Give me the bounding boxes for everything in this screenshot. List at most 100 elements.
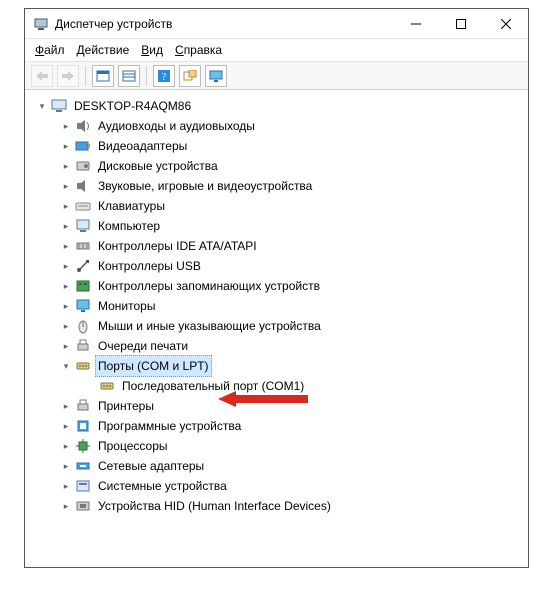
display-adapter-icon <box>75 138 91 154</box>
view-list-button[interactable] <box>118 65 140 87</box>
monitor-icon <box>209 70 223 82</box>
chevron-right-icon[interactable]: ▸ <box>59 399 73 413</box>
chevron-right-icon[interactable]: ▸ <box>59 239 73 253</box>
tree-item-computer[interactable]: ▸ Компьютер <box>29 216 524 236</box>
tree-item-label: Очереди печати <box>95 336 191 356</box>
tree-item-label: Клавиатуры <box>95 196 168 216</box>
chevron-right-icon[interactable]: ▸ <box>59 219 73 233</box>
speaker-icon <box>75 118 91 134</box>
tree-item-ide-ata[interactable]: ▸ Контроллеры IDE ATA/ATAPI <box>29 236 524 256</box>
tree-item-monitors[interactable]: ▸ Мониторы <box>29 296 524 316</box>
tree-item-network-adapters[interactable]: ▸ Сетевые адаптеры <box>29 456 524 476</box>
tree-item-label: Мониторы <box>95 296 158 316</box>
help-button[interactable]: ? <box>153 65 175 87</box>
toolbar-separator <box>85 66 86 86</box>
tree-item-sound-game-video[interactable]: ▸ Звуковые, игровые и видеоустройства <box>29 176 524 196</box>
mouse-icon <box>75 318 91 334</box>
tree-item-system-devices[interactable]: ▸ Системные устройства <box>29 476 524 496</box>
sound-icon <box>75 178 91 194</box>
tree-item-usb[interactable]: ▸ Контроллеры USB <box>29 256 524 276</box>
close-button[interactable] <box>483 9 528 38</box>
monitor-icon <box>75 298 91 314</box>
tree-item-disk-drives[interactable]: ▸ Дисковые устройства <box>29 156 524 176</box>
menu-view[interactable]: Вид <box>141 43 163 57</box>
tree-item-keyboards[interactable]: ▸ Клавиатуры <box>29 196 524 216</box>
tree-item-hid[interactable]: ▸ Устройства HID (Human Interface Device… <box>29 496 524 516</box>
tree-item-printers[interactable]: ▸ Принтеры <box>29 396 524 416</box>
tree-item-label: Звуковые, игровые и видеоустройства <box>95 176 315 196</box>
tree-item-software-devices[interactable]: ▸ Программные устройства <box>29 416 524 436</box>
tree-item-label: Аудиовходы и аудиовыходы <box>95 116 258 136</box>
tree-item-label: Процессоры <box>95 436 171 456</box>
tree-item-storage-controllers[interactable]: ▸ Контроллеры запоминающих устройств <box>29 276 524 296</box>
help-icon: ? <box>157 69 171 83</box>
tree-item-processors[interactable]: ▸ Процессоры <box>29 436 524 456</box>
properties-icon <box>96 70 110 82</box>
tree-item-mice[interactable]: ▸ Мыши и иные указывающие устройства <box>29 316 524 336</box>
toolbar-separator <box>146 66 147 86</box>
disk-icon <box>75 158 91 174</box>
device-tree[interactable]: ▾ DESKTOP-R4AQM86 ▸ Аудиовходы и аудиовы… <box>25 90 528 567</box>
tree-item-label: Мыши и иные указывающие устройства <box>95 316 324 336</box>
chevron-right-icon[interactable]: ▸ <box>59 299 73 313</box>
chevron-right-icon[interactable]: ▸ <box>59 419 73 433</box>
tree-item-label: Контроллеры IDE ATA/ATAPI <box>95 236 260 256</box>
tree-item-label: Контроллеры запоминающих устройств <box>95 276 323 296</box>
tree-item-audio-io[interactable]: ▸ Аудиовходы и аудиовыходы <box>29 116 524 136</box>
properties-button[interactable] <box>92 65 114 87</box>
tree-root[interactable]: ▾ DESKTOP-R4AQM86 <box>29 96 524 116</box>
tree-item-label: Последовательный порт (COM1) <box>119 376 307 396</box>
tree-item-label: Видеоадаптеры <box>95 136 190 156</box>
chevron-right-icon[interactable]: ▸ <box>59 259 73 273</box>
chevron-right-icon[interactable]: ▸ <box>59 499 73 513</box>
chevron-right-icon[interactable]: ▸ <box>59 479 73 493</box>
chevron-right-icon[interactable]: ▸ <box>59 159 73 173</box>
menu-action[interactable]: Действие <box>77 43 130 57</box>
chevron-right-icon[interactable]: ▸ <box>59 119 73 133</box>
port-icon <box>75 358 91 374</box>
tree-item-print-queues[interactable]: ▸ Очереди печати <box>29 336 524 356</box>
tree-item-com1[interactable]: ▸ Последовательный порт (COM1) <box>29 376 524 396</box>
minimize-button[interactable] <box>393 9 438 38</box>
forward-button[interactable] <box>57 65 79 87</box>
chevron-right-icon[interactable]: ▸ <box>59 319 73 333</box>
chevron-down-icon[interactable]: ▾ <box>35 99 49 113</box>
menu-help[interactable]: Справка <box>175 43 222 57</box>
hid-icon <box>75 498 91 514</box>
tree-item-display-adapters[interactable]: ▸ Видеоадаптеры <box>29 136 524 156</box>
chevron-right-icon[interactable]: ▸ <box>59 339 73 353</box>
arrow-right-icon <box>62 71 74 81</box>
chevron-right-icon[interactable]: ▸ <box>59 179 73 193</box>
software-device-icon <box>75 418 91 434</box>
printer-icon <box>75 338 91 354</box>
maximize-button[interactable] <box>438 9 483 38</box>
ide-icon <box>75 238 91 254</box>
computer-icon <box>75 218 91 234</box>
show-hidden-button[interactable] <box>205 65 227 87</box>
scan-icon <box>183 70 197 82</box>
chevron-right-icon[interactable]: ▸ <box>59 459 73 473</box>
network-icon <box>75 458 91 474</box>
scan-button[interactable] <box>179 65 201 87</box>
tree-item-ports[interactable]: ▾ Порты (COM и LPT) <box>29 356 524 376</box>
toolbar: ? <box>25 62 528 90</box>
chevron-down-icon[interactable]: ▾ <box>59 359 73 373</box>
menu-file[interactable]: Файл <box>35 43 65 57</box>
chevron-right-icon[interactable]: ▸ <box>59 439 73 453</box>
serial-port-icon <box>99 378 115 394</box>
tree-item-label: Системные устройства <box>95 476 230 496</box>
chevron-right-icon[interactable]: ▸ <box>59 139 73 153</box>
chevron-right-icon[interactable]: ▸ <box>59 279 73 293</box>
minimize-icon <box>411 19 421 29</box>
usb-icon <box>75 258 91 274</box>
tree-item-label: Принтеры <box>95 396 157 416</box>
back-button[interactable] <box>31 65 53 87</box>
chevron-right-icon[interactable]: ▸ <box>59 199 73 213</box>
tree-item-label: Дисковые устройства <box>95 156 221 176</box>
device-manager-window: Диспетчер устройств Файл Действие Вид Сп… <box>24 8 529 568</box>
close-icon <box>501 19 511 29</box>
tree-item-label: Контроллеры USB <box>95 256 204 276</box>
cpu-icon <box>75 438 91 454</box>
tree-item-label: Программные устройства <box>95 416 244 436</box>
keyboard-icon <box>75 198 91 214</box>
